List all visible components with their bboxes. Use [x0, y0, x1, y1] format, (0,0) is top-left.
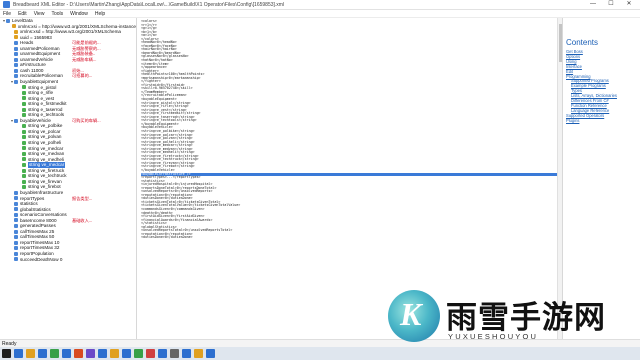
window-controls: — ☐ ✕ — [586, 0, 640, 9]
menu-window[interactable]: Window — [70, 11, 88, 17]
node-type-icon — [22, 162, 26, 167]
node-type-icon — [22, 113, 26, 118]
node-type-icon — [14, 218, 18, 223]
site-watermark: K 雨雪手游网 YUXUESHOUYOU — [388, 290, 638, 350]
watermark-site-name: 雨雪手游网 — [446, 300, 606, 336]
menu-bar: File Edit View Tools Window Help — [0, 10, 640, 18]
menu-help[interactable]: Help — [95, 11, 105, 17]
node-type-icon — [14, 190, 18, 195]
node-type-icon — [14, 257, 18, 262]
node-type-icon — [14, 35, 18, 40]
node-type-icon — [14, 201, 18, 206]
node-type-icon — [14, 212, 18, 217]
taskbar-app-icon[interactable] — [110, 349, 119, 358]
taskbar-app-icon[interactable] — [134, 349, 143, 358]
contents-heading: Contents — [566, 38, 599, 47]
taskbar-app-icon[interactable] — [194, 349, 203, 358]
node-type-icon — [14, 235, 18, 240]
taskbar-app-icon[interactable] — [170, 349, 179, 358]
node-type-icon — [22, 140, 26, 145]
node-type-icon — [14, 74, 18, 79]
taskbar-app-icon[interactable] — [38, 349, 47, 358]
menu-view[interactable]: View — [34, 11, 45, 17]
node-type-icon — [14, 118, 18, 123]
menu-tools[interactable]: Tools — [51, 11, 63, 17]
node-type-icon — [22, 179, 26, 184]
node-type-icon — [14, 251, 18, 256]
node-type-icon — [14, 68, 18, 73]
start-button-icon[interactable] — [2, 349, 11, 358]
scrollbar-thumb[interactable] — [559, 24, 562, 62]
node-type-icon — [14, 40, 18, 45]
node-type-icon — [11, 24, 16, 29]
contents-list: Get Boss Options Using Interface Edit Program… — [566, 49, 617, 124]
tree-node[interactable]: succeedDeathNow 0 — [0, 257, 136, 263]
title-bar: Breadbeard XML Editor - D:\Users\Martin\… — [0, 0, 640, 10]
node-type-icon — [22, 135, 26, 140]
node-type-icon — [14, 29, 18, 34]
node-type-icon — [22, 101, 26, 106]
taskbar-app-icon[interactable] — [182, 349, 191, 358]
node-type-icon — [14, 240, 18, 245]
xml-line: <dutiesDone>0</dutiesDone> — [141, 235, 193, 240]
node-type-icon — [14, 57, 18, 62]
taskbar-app-icon[interactable] — [86, 349, 95, 358]
node-type-icon — [22, 96, 26, 101]
taskbar-app-icon[interactable] — [50, 349, 59, 358]
node-type-icon — [14, 196, 18, 201]
close-button[interactable]: ✕ — [622, 0, 636, 9]
window-title: Breadbeard XML Editor - D:\Users\Martin\… — [13, 1, 285, 8]
maximize-button[interactable]: ☐ — [604, 0, 618, 9]
node-type-icon — [22, 157, 26, 162]
node-type-icon — [22, 151, 26, 156]
node-type-icon — [14, 63, 18, 68]
node-type-icon — [14, 207, 18, 212]
tree-node-label: succeedDeathNow 0 — [20, 256, 63, 262]
taskbar-app-icon[interactable] — [62, 349, 71, 358]
taskbar-app-icon[interactable] — [206, 349, 215, 358]
node-type-icon — [22, 146, 26, 151]
node-type-icon — [14, 224, 18, 228]
taskbar-app-icon[interactable] — [158, 349, 167, 358]
taskbar-app-icon[interactable] — [122, 349, 131, 358]
node-type-icon — [22, 107, 26, 112]
watermark-logo: K — [388, 290, 440, 342]
taskbar-app-icon[interactable] — [14, 349, 23, 358]
node-type-icon — [14, 229, 18, 234]
watermark-site-name-latin: YUXUESHOUYOU — [448, 332, 539, 341]
node-type-icon — [22, 85, 26, 90]
contents-link[interactable]: Plugins — [566, 118, 617, 124]
taskbar-app-icon[interactable] — [26, 349, 35, 358]
node-type-icon — [22, 129, 26, 134]
node-type-icon — [14, 52, 18, 57]
node-type-icon — [22, 168, 26, 173]
xml-text-lines: <colors> <r>1</r> <g>1</g> <b>1</b> <a>1… — [138, 18, 562, 240]
node-type-icon — [22, 174, 26, 179]
node-type-icon — [22, 185, 26, 190]
node-type-icon — [14, 246, 18, 251]
xml-tree-pane: ▾ LevelData xmlns:xsi = http://www.w3.org/… — [0, 18, 137, 350]
node-type-icon — [14, 46, 18, 51]
node-type-icon — [14, 79, 18, 84]
node-type-icon — [6, 18, 10, 23]
minimize-button[interactable]: — — [586, 0, 600, 9]
taskbar-app-icon[interactable] — [146, 349, 155, 358]
node-type-icon — [22, 124, 26, 129]
taskbar-app-icon[interactable] — [98, 349, 107, 358]
menu-edit[interactable]: Edit — [18, 11, 27, 17]
taskbar-app-icon[interactable] — [74, 349, 83, 358]
app-icon — [3, 1, 10, 8]
menu-file[interactable]: File — [3, 11, 11, 17]
node-type-icon — [22, 90, 26, 95]
